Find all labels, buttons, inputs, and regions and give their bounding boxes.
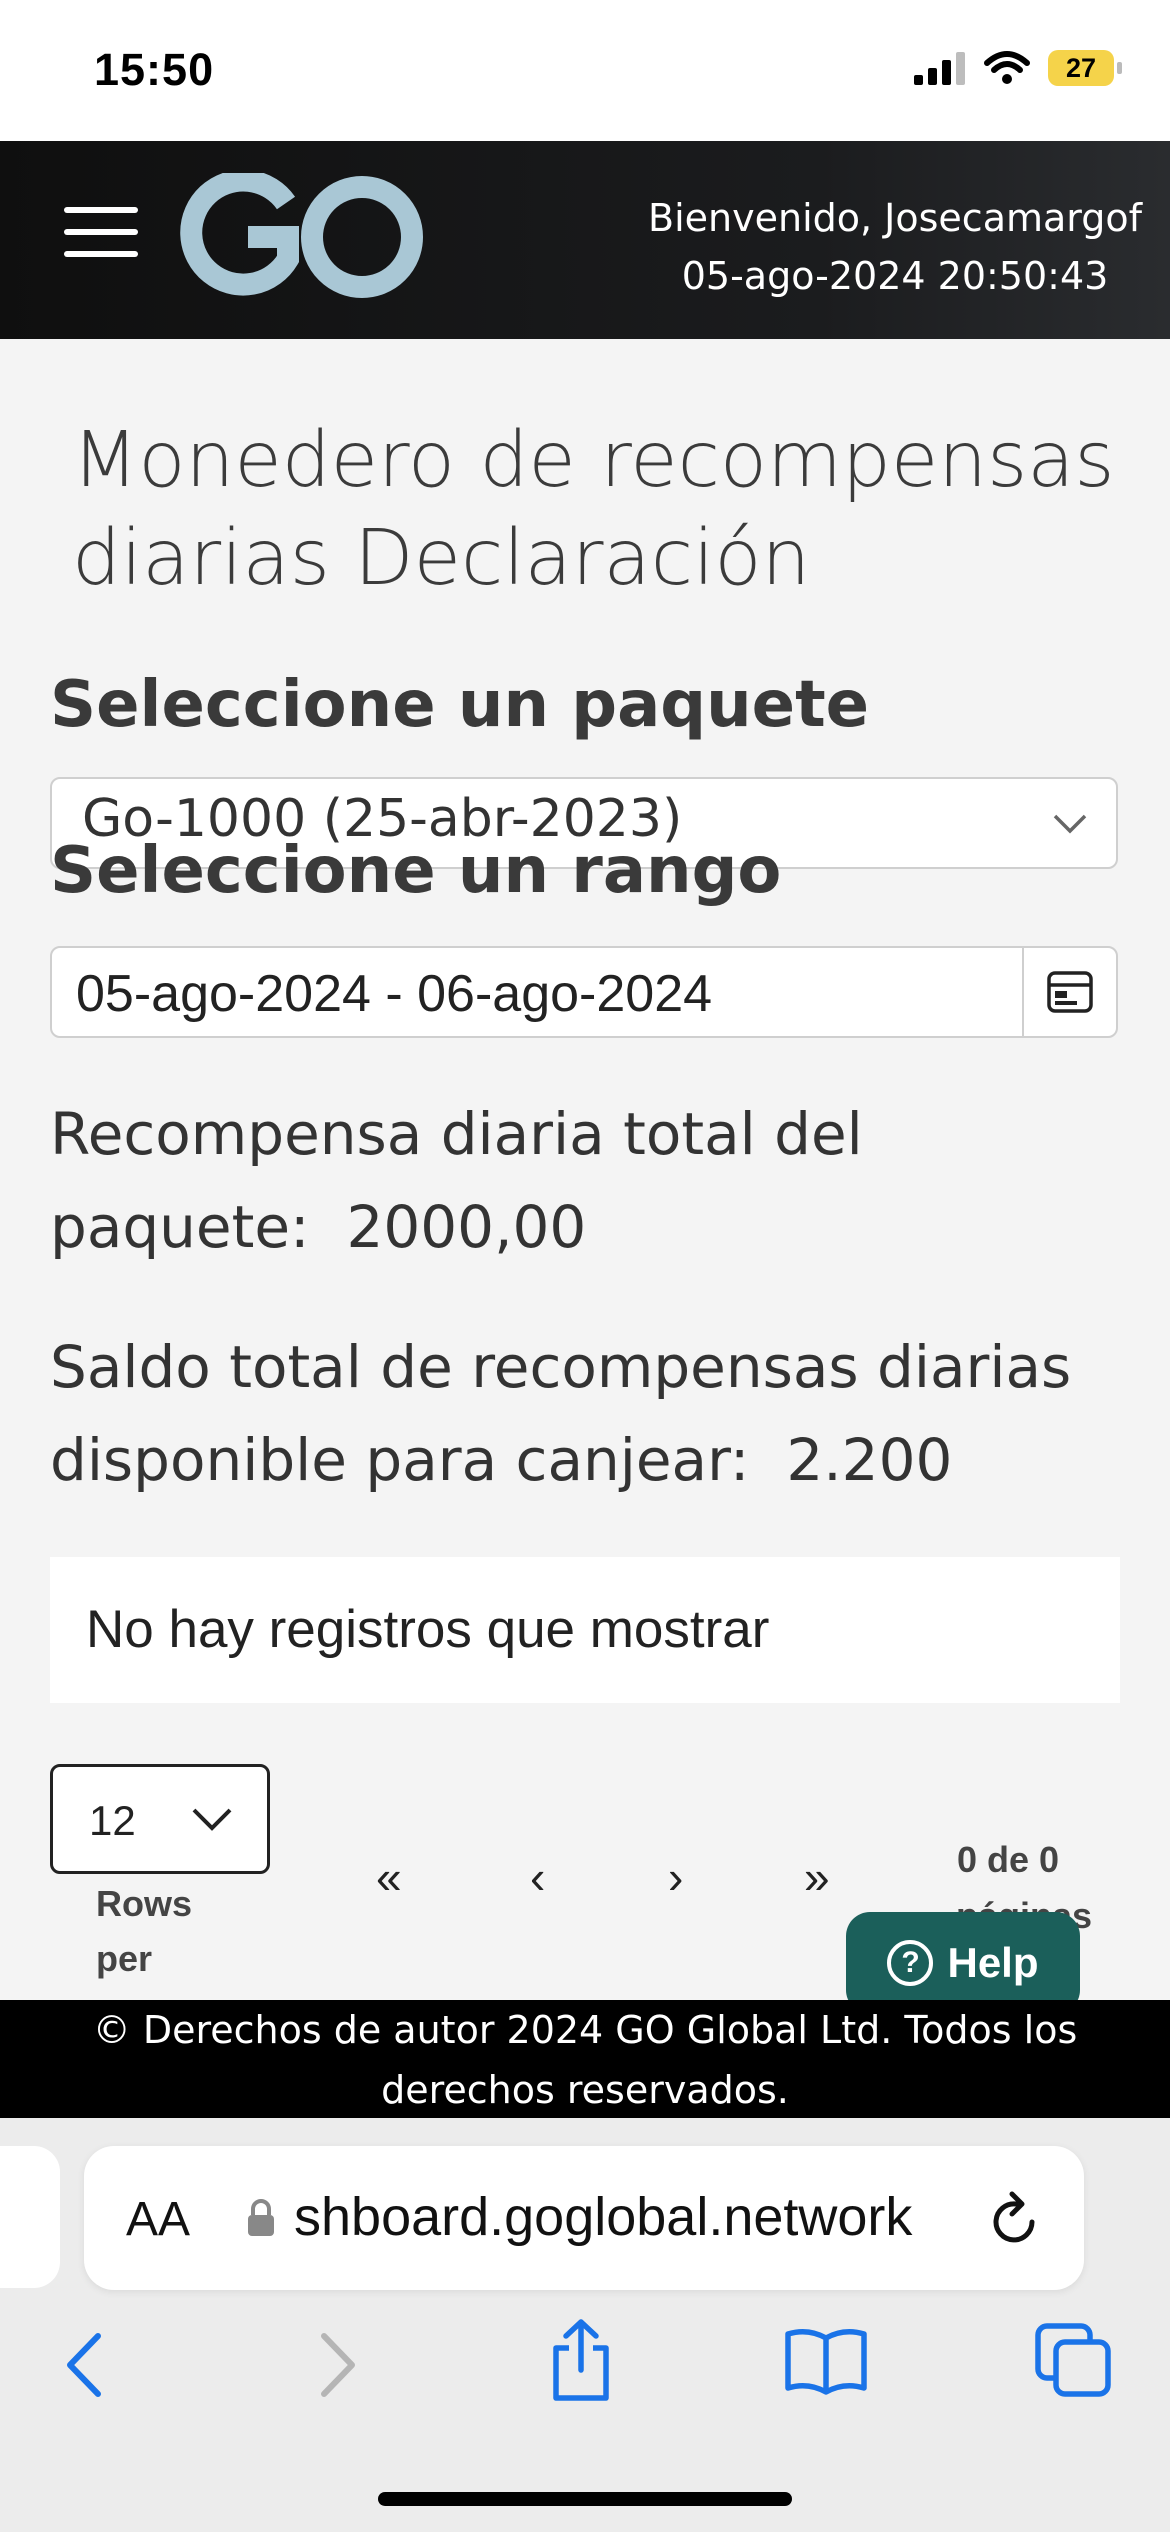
total-package-value: 2000,00: [346, 1193, 587, 1261]
date-range-input[interactable]: 05-ago-2024 - 06-ago-2024: [50, 946, 1118, 1038]
go-logo-icon: GO: [176, 169, 423, 298]
signal-icon: [914, 52, 965, 85]
logo-text: GO: [176, 173, 178, 174]
help-button-label: Help: [947, 1939, 1039, 1986]
welcome-block: Bienvenido, Josecamargof 05-ago-2024 20:…: [648, 189, 1142, 305]
status-bar: 15:50 27: [0, 0, 1170, 141]
browser-toolbar: AA shboard.goglobal.network: [0, 2118, 1170, 2532]
chevron-down-icon: [1053, 814, 1087, 834]
rows-per-page-select[interactable]: 12: [50, 1764, 270, 1874]
footer-copyright: © Derechos de autor 2024 GO Global Ltd. …: [0, 2000, 1170, 2118]
wifi-icon: [984, 51, 1030, 84]
available-balance: Saldo total de recompensas diarias dispo…: [50, 1321, 1130, 1507]
reload-icon[interactable]: [988, 2188, 1044, 2248]
menu-button[interactable]: [64, 207, 140, 259]
tabs-icon[interactable]: [1034, 2322, 1114, 2398]
help-button[interactable]: ? Help: [846, 1912, 1080, 2014]
bookmarks-icon[interactable]: [784, 2326, 868, 2396]
balance-value: 2.200: [786, 1426, 953, 1494]
records-table: No hay registros que mostrar: [50, 1557, 1120, 1703]
status-time: 15:50: [94, 44, 215, 95]
welcome-datetime: 05-ago-2024 20:50:43: [681, 254, 1109, 298]
home-indicator: [378, 2492, 792, 2506]
package-label: Seleccione un paquete: [50, 668, 870, 742]
no-records-message: No hay registros que mostrar: [86, 1600, 770, 1659]
go-logo[interactable]: GO: [176, 169, 426, 306]
prev-page-button[interactable]: ‹: [530, 1850, 545, 1904]
date-range-value: 05-ago-2024 - 06-ago-2024: [76, 965, 713, 1023]
calendar-button[interactable]: [1022, 948, 1116, 1036]
lock-icon: [248, 2199, 274, 2236]
chevron-down-icon: [192, 1808, 232, 1831]
last-page-button[interactable]: »: [804, 1850, 830, 1904]
range-label: Seleccione un rango: [50, 834, 782, 908]
text-size-button[interactable]: AA: [126, 2192, 190, 2247]
page-title: Monedero de recompensas diarias Declarac…: [72, 416, 1115, 603]
app-header: GO Bienvenido, Josecamargof 05-ago-2024 …: [0, 141, 1170, 339]
battery-indicator: 27: [1048, 50, 1122, 86]
welcome-user: Bienvenido, Josecamargof: [648, 196, 1142, 240]
previous-tab-peek[interactable]: [0, 2146, 60, 2288]
address-bar[interactable]: AA shboard.goglobal.network: [84, 2146, 1084, 2290]
forward-icon[interactable]: [312, 2330, 362, 2400]
calendar-icon: [1047, 971, 1093, 1013]
rows-per-page-value: 12: [89, 1797, 136, 1844]
next-page-button[interactable]: ›: [668, 1850, 683, 1904]
question-icon: ?: [887, 1940, 934, 1986]
first-page-button[interactable]: «: [376, 1850, 402, 1904]
url-text[interactable]: shboard.goglobal.network: [294, 2186, 1034, 2248]
total-package-reward: Recompensa diaria total del paquete: 200…: [50, 1088, 1130, 1274]
status-icons: 27: [914, 50, 1122, 86]
back-icon[interactable]: [60, 2330, 110, 2400]
share-icon[interactable]: [546, 2318, 616, 2402]
